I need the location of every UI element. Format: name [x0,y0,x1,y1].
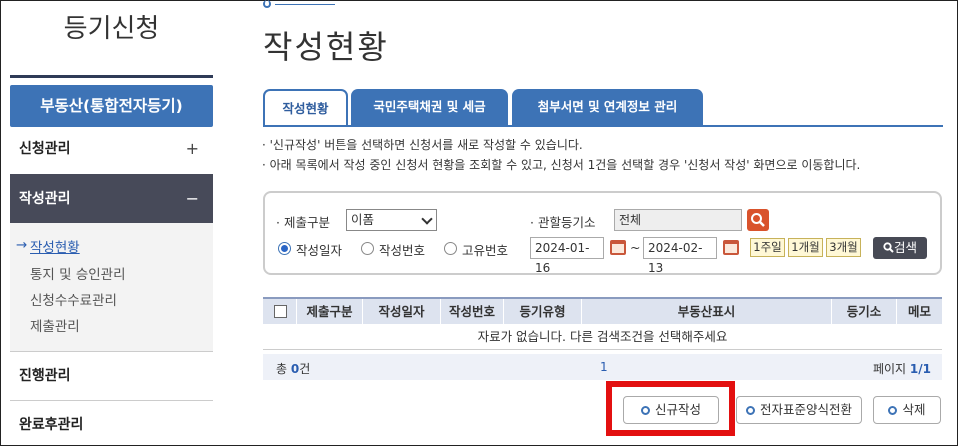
sidebar-rule [10,75,213,78]
column-header: 메모 [907,304,931,319]
notice-list-info: · 아래 목록에서 작성 중인 신청서 현황을 조회할 수 있고, 신청서 1건… [262,158,861,172]
home-icon[interactable] [263,0,271,8]
search-button-label: 검색 [893,240,917,255]
column-header: 작성번호 [441,299,504,324]
date-from-input[interactable]: 2024-01-16 [530,237,604,275]
sidebar-title: 등기신청 [63,14,160,44]
registry-search-button[interactable] [747,209,769,231]
registry-label: · 관할등기소 [530,215,596,230]
breadcrumb [263,0,353,8]
tab-underline [263,125,943,127]
tab-draft-status[interactable]: 작성현황 [263,89,348,126]
registry-field[interactable]: 전체 [614,209,742,231]
page-indicator-label: 페이지 [872,362,910,376]
breadcrumb-link[interactable] [275,4,335,5]
magnifier-icon [751,213,765,227]
submit-type-value: 이폼 [351,212,375,227]
sidebar-item-label: 신청관리 [19,141,71,157]
radio-draft-number-label: 작성번호 [379,243,426,258]
page-title: 작성현황 [263,28,389,66]
page-indicator: 페이지 1/1 [873,360,931,377]
radio-unique-number[interactable] [444,242,457,255]
column-header: 부동산표시 [582,299,832,324]
sidebar-submenu: → 작성현황 통지 및 승인관리 신청수수료관리 제출관리 [10,223,213,351]
search-panel [263,191,942,275]
radio-draft-number[interactable] [361,242,374,255]
arrow-right-icon: → [16,237,28,253]
select-all-checkbox[interactable] [274,305,287,318]
convert-standard-form-button[interactable]: 전자표준양식전환 [736,396,862,424]
date-to-input[interactable]: 2024-02-13 [643,237,717,275]
circle-bullet-icon [888,406,898,415]
sidebar-item-application-management[interactable]: 신청관리 + [10,124,213,174]
tab-bonds-taxes[interactable]: 국민주택채권 및 세금 [351,89,508,126]
period-1week-button[interactable]: 1주일 [750,238,785,257]
period-3month-button[interactable]: 3개월 [826,238,861,257]
sidebar-item-label: 진행관리 [19,368,71,384]
convert-button-label: 전자표준양식전환 [759,402,852,417]
date-separator: ~ [630,240,641,255]
radio-unique-number-label: 고유번호 [462,243,509,258]
delete-button[interactable]: 삭제 [873,396,941,424]
tab-attachments[interactable]: 첨부서면 및 연계정보 관리 [512,89,703,126]
total-count: 총 0건 [276,360,310,377]
page-indicator-value: 1/1 [909,362,931,376]
expand-plus-icon[interactable]: + [186,124,199,174]
column-header: 등기유형 [504,299,582,324]
sidebar-item-label: 완료후관리 [19,417,84,433]
notice-new-draft: · '신규작성' 버튼을 선택하면 신청서를 새로 작성할 수 있습니다. [262,138,583,152]
submenu-item-notice-approval[interactable]: 통지 및 승인관리 [30,263,126,283]
sidebar-item-draft-management[interactable]: 작성관리 − [10,174,213,224]
table-header: 제출구분 작성일자 작성번호 등기유형 부동산표시 등기소 메모 [263,297,942,324]
table-footer: 총 0건 1 페이지 1/1 [263,354,942,380]
search-button[interactable]: 검색 [873,237,927,259]
column-header: 작성일자 [363,299,441,324]
calendar-icon[interactable] [610,240,626,255]
total-prefix: 총 [276,362,291,376]
circle-bullet-icon [745,406,755,415]
sidebar-item-label: 작성관리 [19,191,71,207]
chevron-down-icon [421,213,433,225]
total-count-value: 0 [290,362,300,376]
sidebar-item-post-completion[interactable]: 완료후관리 [10,400,213,446]
select-all-cell [263,299,297,324]
sidebar-item-progress-management[interactable]: 진행관리 [10,351,213,401]
highlight-box [606,381,735,436]
delete-button-label: 삭제 [902,402,926,417]
calendar-icon[interactable] [723,240,739,255]
submit-type-label: · 제출구분 [276,215,330,230]
period-1month-button[interactable]: 1개월 [788,238,823,257]
total-suffix: 건 [299,362,311,376]
submenu-item-fee-management[interactable]: 신청수수료관리 [30,289,117,309]
sidebar-section-realestate[interactable]: 부동산(통합전자등기) [10,85,213,127]
sidebar: 등기신청 부동산(통합전자등기) 신청관리 + 작성관리 − → 작성현황 통지… [10,0,213,446]
submenu-item-submission[interactable]: 제출관리 [30,315,80,335]
magnifier-icon [883,242,894,253]
submit-type-select[interactable]: 이폼 [346,209,437,231]
collapse-minus-icon[interactable]: − [186,174,199,224]
column-header: 등기소 [832,299,897,324]
empty-message: 자료가 없습니다. 다른 검색조건을 선택해주세요 [263,324,942,350]
submenu-item-draft-status[interactable]: 작성현황 [30,236,80,256]
column-header: 제출구분 [297,299,363,324]
page-number-link[interactable]: 1 [600,360,608,374]
radio-draft-date[interactable] [278,242,291,255]
radio-draft-date-label: 작성일자 [296,243,343,258]
